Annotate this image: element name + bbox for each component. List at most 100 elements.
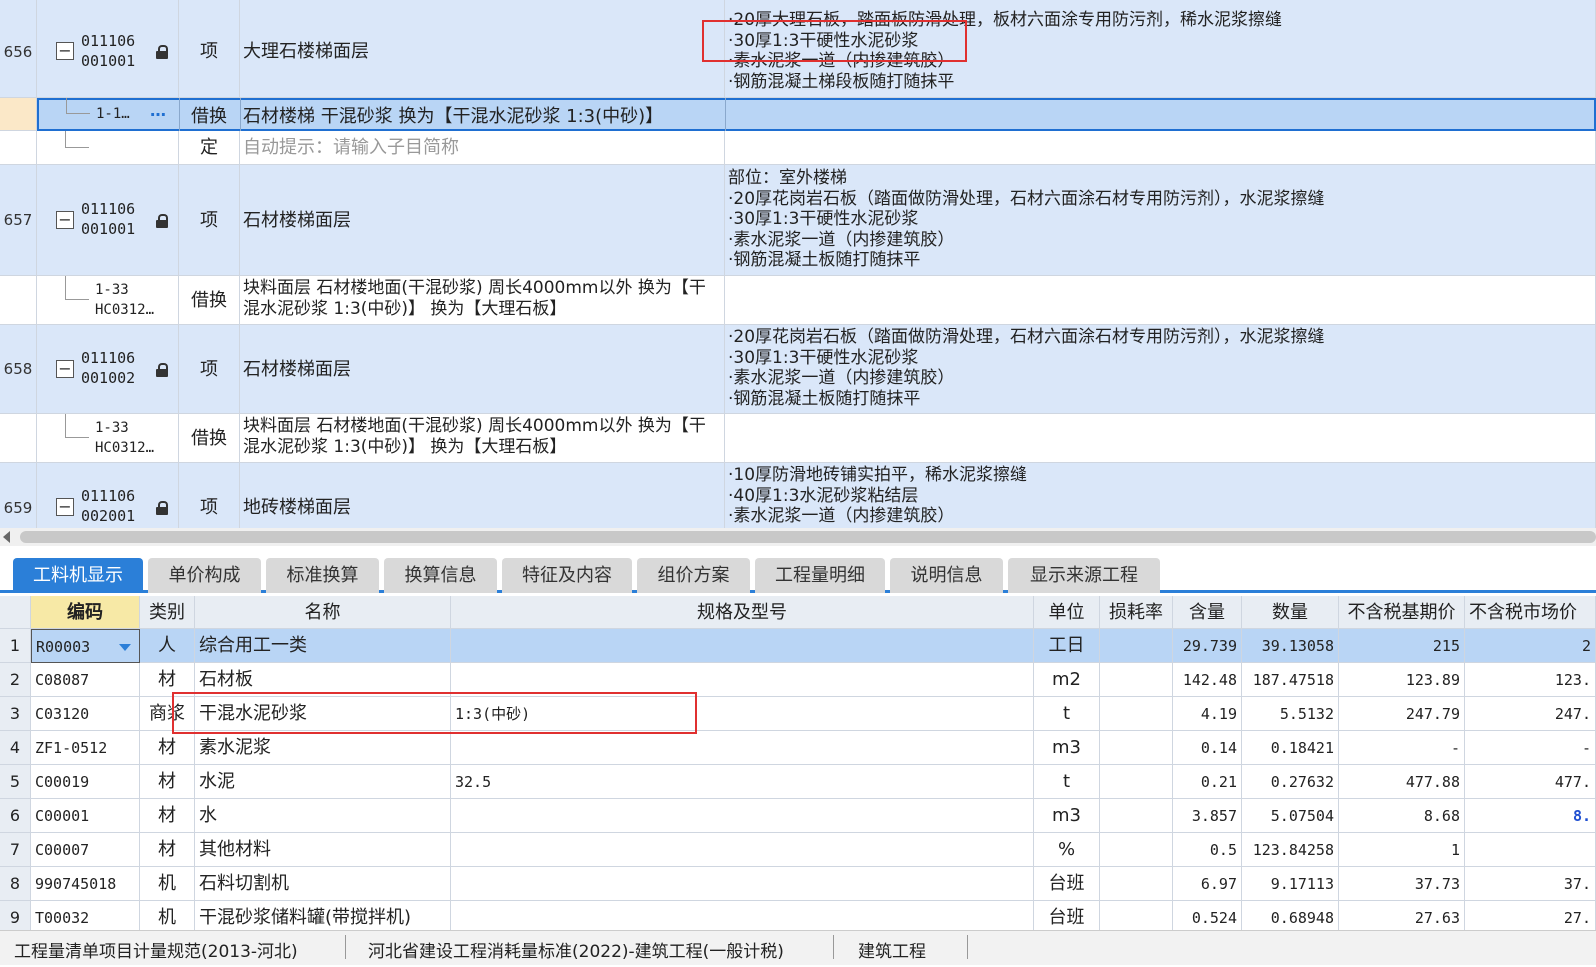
row-number[interactable]: 659: [0, 463, 37, 535]
row-number[interactable]: [0, 414, 37, 463]
cell-loss-rate[interactable]: [1100, 799, 1173, 833]
code-cell[interactable]: − 011106 001002: [37, 325, 179, 414]
cell-base-price[interactable]: 123.89: [1339, 663, 1465, 697]
cell-unit[interactable]: %: [1034, 833, 1100, 867]
cell-content[interactable]: 3.857: [1173, 799, 1242, 833]
code-cell[interactable]: − 011106 001001: [37, 0, 179, 98]
cell-name[interactable]: 其他材料: [195, 833, 451, 867]
cell-content[interactable]: 142.48: [1173, 663, 1242, 697]
cell-code[interactable]: 990745018: [31, 867, 140, 901]
cell-unit[interactable]: m3: [1034, 799, 1100, 833]
cell-spec[interactable]: [451, 799, 1034, 833]
cell-unit[interactable]: t: [1034, 697, 1100, 731]
feature-cell[interactable]: 部位：室外楼梯 ·20厚花岗岩石板（踏面做防滑处理，石材六面涂石材专用防污剂），…: [725, 165, 1596, 276]
cell-name[interactable]: 水: [195, 799, 451, 833]
cell-quantity[interactable]: 0.18421: [1242, 731, 1339, 765]
collapse-icon[interactable]: −: [56, 211, 74, 229]
tab-source-project[interactable]: 显示来源工程: [1008, 558, 1160, 593]
feature-cell[interactable]: [725, 276, 1596, 325]
row-number[interactable]: [0, 131, 37, 165]
tab-quantity-detail[interactable]: 工程量明细: [755, 558, 885, 593]
type-cell[interactable]: 项: [179, 463, 240, 535]
type-cell[interactable]: 项: [179, 325, 240, 414]
status-project-type[interactable]: 建筑工程: [858, 937, 926, 967]
status-norm[interactable]: 工程量清单项目计量规范(2013-河北): [14, 937, 298, 967]
cell-code[interactable]: C08087: [31, 663, 140, 697]
code-cell[interactable]: 1-33 HC0312…: [37, 276, 179, 325]
feature-cell[interactable]: [725, 131, 1596, 165]
cell-code[interactable]: C03120: [31, 697, 140, 731]
cell-market-price[interactable]: 2: [1465, 629, 1596, 663]
row-number[interactable]: 657: [0, 165, 37, 276]
cell-quantity[interactable]: 123.84258: [1242, 833, 1339, 867]
cell-spec[interactable]: [451, 731, 1034, 765]
cell-loss-rate[interactable]: [1100, 867, 1173, 901]
type-cell[interactable]: 借换: [179, 414, 240, 463]
cell-quantity[interactable]: 0.27632: [1242, 765, 1339, 799]
cell-unit[interactable]: m3: [1034, 731, 1100, 765]
type-cell[interactable]: 项: [179, 165, 240, 276]
cell-unit[interactable]: 工日: [1034, 629, 1100, 663]
header-market-price[interactable]: 不含税市场价: [1465, 596, 1596, 629]
cell-name[interactable]: 综合用工一类: [195, 629, 451, 663]
cell-market-price[interactable]: -: [1465, 731, 1596, 765]
cell-unit[interactable]: 台班: [1034, 867, 1100, 901]
dropdown-arrow-icon[interactable]: [119, 644, 131, 651]
cell-content[interactable]: 6.97: [1173, 867, 1242, 901]
name-cell[interactable]: 块料面层 石材楼地面(干混砂浆) 周长4000mm以外 换为【干 混水泥砂浆 1:…: [240, 276, 725, 325]
tab-conversion-info[interactable]: 换算信息: [384, 558, 497, 593]
cell-base-price[interactable]: 477.88: [1339, 765, 1465, 799]
header-base-price[interactable]: 不含税基期价: [1339, 596, 1465, 629]
cell-category[interactable]: 机: [140, 867, 195, 901]
cell-quantity[interactable]: 5.5132: [1242, 697, 1339, 731]
cell-content[interactable]: 0.21: [1173, 765, 1242, 799]
cell-base-price[interactable]: 215: [1339, 629, 1465, 663]
cell-spec[interactable]: 32.5: [451, 765, 1034, 799]
horizontal-scrollbar[interactable]: [0, 528, 1596, 546]
header-spec[interactable]: 规格及型号: [451, 596, 1034, 629]
cell-category[interactable]: 材: [140, 765, 195, 799]
cell-loss-rate[interactable]: [1100, 663, 1173, 697]
cell-code[interactable]: C00019: [31, 765, 140, 799]
cell-market-price[interactable]: 8.: [1465, 799, 1596, 833]
cell-quantity[interactable]: 39.13058: [1242, 629, 1339, 663]
cell-unit[interactable]: m2: [1034, 663, 1100, 697]
scroll-left-icon[interactable]: [3, 531, 10, 543]
type-cell[interactable]: 借换: [179, 276, 240, 325]
cell-loss-rate[interactable]: [1100, 697, 1173, 731]
cell-content[interactable]: 0.5: [1173, 833, 1242, 867]
name-cell[interactable]: 地砖楼梯面层: [240, 463, 725, 535]
cell-quantity[interactable]: 9.17113: [1242, 867, 1339, 901]
cell-category[interactable]: 材: [140, 833, 195, 867]
code-cell[interactable]: − 011106 002001: [37, 463, 179, 535]
cell-quantity[interactable]: 5.07504: [1242, 799, 1339, 833]
type-cell[interactable]: 借换: [191, 102, 227, 128]
tab-labor-material-machine[interactable]: 工料机显示: [13, 558, 143, 593]
cell-category[interactable]: 人: [140, 629, 195, 663]
cell-spec[interactable]: [451, 629, 1034, 663]
header-unit[interactable]: 单位: [1034, 596, 1100, 629]
cell-content[interactable]: 0.14: [1173, 731, 1242, 765]
collapse-icon[interactable]: −: [56, 498, 74, 516]
cell-content[interactable]: 4.19: [1173, 697, 1242, 731]
cell-loss-rate[interactable]: [1100, 765, 1173, 799]
name-cell[interactable]: 石材楼梯面层: [240, 325, 725, 414]
row-number[interactable]: [0, 98, 37, 131]
header-loss-rate[interactable]: 损耗率: [1100, 596, 1173, 629]
code-cell[interactable]: [37, 131, 179, 165]
cell-base-price[interactable]: 1: [1339, 833, 1465, 867]
type-cell[interactable]: 项: [179, 0, 240, 98]
cell-market-price[interactable]: 477.: [1465, 765, 1596, 799]
cell-market-price[interactable]: 123.: [1465, 663, 1596, 697]
cell-code[interactable]: C00007: [31, 833, 140, 867]
cell-market-price[interactable]: 247.: [1465, 697, 1596, 731]
header-category[interactable]: 类别: [140, 596, 195, 629]
collapse-icon[interactable]: −: [56, 360, 74, 378]
collapse-icon[interactable]: −: [56, 42, 74, 60]
tab-features[interactable]: 特征及内容: [502, 558, 632, 593]
cell-content[interactable]: 29.739: [1173, 629, 1242, 663]
row-number[interactable]: 658: [0, 325, 37, 414]
scrollbar-thumb[interactable]: [20, 531, 1596, 543]
row-number[interactable]: 656: [0, 0, 37, 98]
cell-name[interactable]: 水泥: [195, 765, 451, 799]
